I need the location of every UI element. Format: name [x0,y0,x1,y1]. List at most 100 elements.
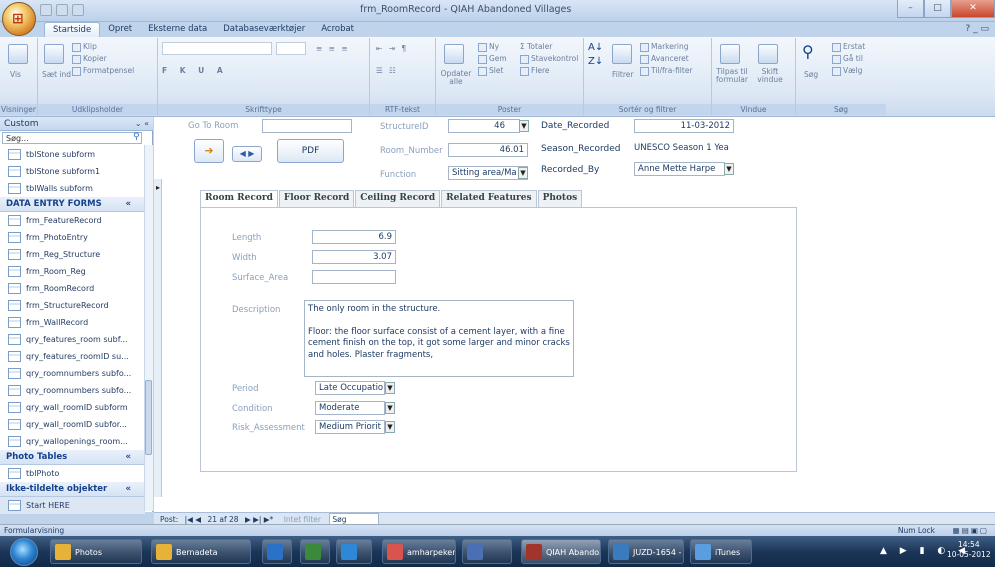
close-button[interactable]: ✕ [951,0,995,18]
nav-item[interactable]: qry_roomnumbers subfo... [0,382,145,399]
select-button[interactable]: Vælg [832,66,862,76]
chevron-down-icon[interactable]: ▼ [385,382,395,394]
taskbar-button[interactable]: Photos [50,539,142,564]
help-icon[interactable]: ? _ ▭ [965,24,989,34]
first-record-icon[interactable]: |◀ ◀ [185,515,201,524]
save-icon[interactable] [40,4,52,16]
nav-item[interactable]: tblWalls subform [0,180,145,197]
chevron-down-icon[interactable]: ▼ [385,421,395,433]
nav-item[interactable]: frm_WallRecord [0,314,145,331]
description-field[interactable]: The only room in the structure. Floor: t… [304,300,574,377]
nav-item[interactable]: qry_wall_roomID subfor... [0,416,145,433]
nav-section-photo-tables[interactable]: Photo Tables « [0,450,145,465]
length-field[interactable]: 6.9 [312,230,396,244]
selection-button[interactable]: Markering [640,42,689,52]
nav-item[interactable]: qry_features_room subf... [0,331,145,348]
nav-item[interactable]: frm_Reg_Structure [0,246,145,263]
room-number-field[interactable]: 46.01 [448,143,528,157]
surface-area-field[interactable] [312,270,396,284]
tab-databasevaerktojer[interactable]: Databaseværktøjer [215,22,313,37]
risk-assessment-combo[interactable]: Medium Priorit [315,420,385,434]
align-buttons[interactable]: ≡ ≡ ≡ [316,44,350,53]
new-record-button[interactable]: Ny [478,42,499,52]
font-family-combo[interactable] [162,42,272,55]
chevron-down-icon[interactable]: ▼ [518,167,528,179]
list-buttons[interactable]: ☰ ☷ [376,66,398,75]
refresh-all-label[interactable]: Opdater alle [440,70,472,86]
more-button[interactable]: Flere [520,66,550,76]
collapse-icon[interactable]: ⌄ « [135,117,149,131]
nav-item[interactable]: frm_RoomRecord [0,280,145,297]
nav-item[interactable]: frm_FeatureRecord [0,212,145,229]
tab-related-features[interactable]: Related Features [441,190,537,207]
record-nav-buttons[interactable]: ◀ ▶ [232,146,262,162]
goto-room-input[interactable] [262,119,352,133]
season-recorded-field[interactable]: UNESCO Season 1 Yea [634,142,734,156]
tab-eksterne-data[interactable]: Eksterne data [140,22,215,37]
pdf-button[interactable]: PDF [277,139,344,163]
search-icon[interactable]: ⚲ [133,132,140,142]
nav-item[interactable]: qry_features_roomID su... [0,348,145,365]
nav-section-unassigned[interactable]: Ikke-tildelte objekter « [0,482,145,497]
nav-item[interactable]: frm_Room_Reg [0,263,145,280]
tab-floor-record[interactable]: Floor Record [278,190,355,207]
nav-pane-header[interactable]: Custom ⌄ « [0,117,153,131]
find-label[interactable]: Søg [804,70,818,79]
totals-button[interactable]: Σ Totaler [520,42,552,51]
nav-search-input[interactable]: Søg... [2,132,142,144]
view-button-label[interactable]: Vis [10,70,21,79]
view-icon[interactable] [8,44,28,64]
nav-item[interactable]: tblPhoto [0,465,145,482]
nav-item[interactable]: frm_StructureRecord [0,297,145,314]
sort-ascending-icon[interactable]: A↓ [588,42,603,53]
structure-id-combo[interactable]: 46 [448,119,520,133]
copy-button[interactable]: Kopier [72,54,107,64]
taskbar-button[interactable] [462,539,512,564]
tab-room-record[interactable]: Room Record [200,190,278,208]
record-position[interactable]: 21 af 28 [207,515,238,524]
toggle-filter-button[interactable]: Til/fra-filter [640,66,693,76]
goto-button[interactable]: Gå til [832,54,863,64]
fit-form-icon[interactable] [720,44,740,64]
advanced-button[interactable]: Avanceret [640,54,689,64]
minimize-button[interactable]: – [897,0,924,18]
chevron-down-icon[interactable]: ▼ [724,163,734,175]
filter-label[interactable]: Filtrer [612,70,634,79]
format-painter-button[interactable]: Formatpensel [72,66,134,76]
filter-icon[interactable] [612,44,632,64]
nav-item[interactable]: tblStone subform1 [0,163,145,180]
replace-button[interactable]: Erstat [832,42,865,52]
chevron-down-icon[interactable]: ▼ [519,120,529,132]
taskbar-button[interactable]: QIAH Abando... [521,539,601,564]
taskbar-button[interactable]: JUZD-1654 - ... [608,539,684,564]
paste-button-label[interactable]: Sæt ind [42,70,71,79]
chevron-down-icon[interactable]: ▼ [385,402,395,414]
binoculars-icon[interactable]: ⚲ [802,42,814,61]
width-field[interactable]: 3.07 [312,250,396,264]
taskbar-button[interactable]: iTunes [690,539,752,564]
tab-startside[interactable]: Startside [44,22,101,37]
redo-icon[interactable] [72,4,84,16]
nav-item[interactable]: Start HERE [0,497,145,514]
delete-record-button[interactable]: Slet [478,66,503,76]
taskbar-button[interactable]: Bernadeta [151,539,251,564]
nav-item[interactable]: qry_roomnumbers subfo... [0,365,145,382]
clock[interactable]: 14:54 10-05-2012 [947,540,991,560]
tab-photos[interactable]: Photos [537,190,583,207]
undo-icon[interactable] [56,4,68,16]
condition-combo[interactable]: Moderate [315,401,385,415]
office-button[interactable]: ⊞ [2,2,36,36]
taskbar-button[interactable]: amharpekend ... [382,539,456,564]
report-button[interactable]: ➜ [194,139,224,163]
nav-item[interactable]: tblStone subform [0,146,145,163]
tab-opret[interactable]: Opret [100,22,140,37]
font-size-combo[interactable] [276,42,306,55]
start-button[interactable] [10,538,38,566]
switch-window-label[interactable]: Skift vindue [752,68,788,84]
record-selector[interactable] [154,179,162,497]
date-recorded-field[interactable]: 11-03-2012 [634,119,734,133]
view-switch-icons[interactable]: ▦▤▣▢ [953,525,989,536]
tab-acrobat[interactable]: Acrobat [313,22,362,37]
next-record-icon[interactable]: ▶ ▶| ▶* [245,515,273,524]
nav-scrollbar-thumb[interactable] [145,380,152,455]
